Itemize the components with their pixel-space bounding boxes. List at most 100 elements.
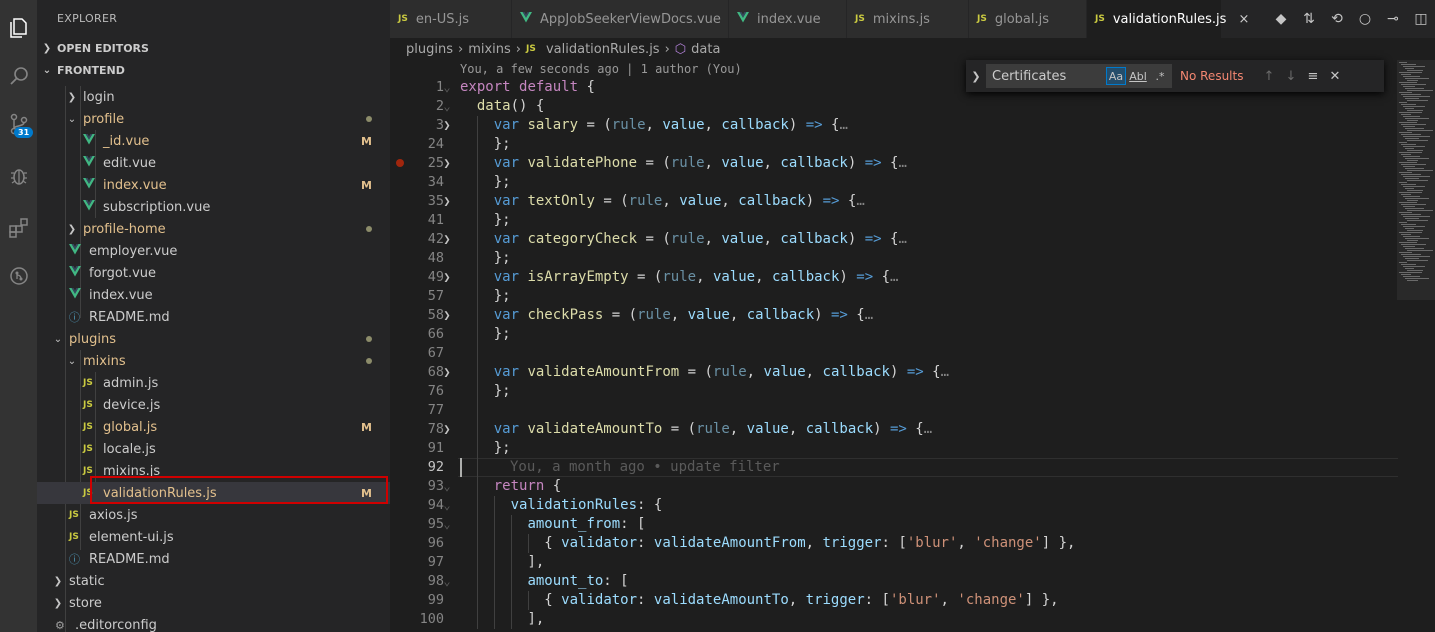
fold-chevron-icon[interactable]: ❯ [440, 116, 454, 135]
minimap-line [1399, 92, 1412, 93]
timeline-icon[interactable] [0, 256, 37, 296]
code-editor[interactable]: You, a few seconds ago | 1 author (You) … [390, 60, 1435, 632]
find-in-selection-icon[interactable]: ≡ [1302, 69, 1324, 84]
whole-word-toggle[interactable]: Abl [1128, 67, 1148, 85]
explorer-icon[interactable] [0, 8, 37, 48]
tree-item[interactable]: forgot.vue [37, 262, 390, 284]
tree-item[interactable]: ❯ static [37, 570, 390, 592]
editor-tab[interactable]: AppJobSeekerViewDocs.vue [512, 0, 729, 38]
tree-item[interactable]: ⌄ mixins [37, 350, 390, 372]
source-control-icon[interactable] [0, 104, 37, 144]
tree-item-label: README.md [89, 551, 170, 567]
open-changes-icon[interactable]: ⇅ [1295, 11, 1323, 27]
fold-chevron-icon[interactable]: ⌄ [440, 572, 454, 591]
minimap-line [1401, 174, 1421, 175]
fold-chevron-icon[interactable]: ❯ [440, 230, 454, 249]
minimap-line [1403, 116, 1420, 117]
next-change-icon[interactable]: ⊸ [1379, 11, 1407, 27]
js-file-icon: JS [525, 44, 536, 54]
toggle-replace-icon[interactable]: ❯ [966, 70, 986, 83]
code-line: 42 ❯ var categoryCheck = (rule, value, ca… [390, 230, 1395, 249]
git-compare-icon[interactable]: ◆ [1267, 11, 1295, 27]
match-case-toggle[interactable]: Aa [1106, 67, 1126, 85]
tree-item[interactable]: JS admin.js [37, 372, 390, 394]
frontend-section[interactable]: ⌄ FRONTEND [37, 59, 390, 81]
tree-item[interactable]: _id.vue M [37, 130, 390, 152]
tree-item[interactable]: JS device.js [37, 394, 390, 416]
extensions-icon[interactable] [0, 208, 37, 248]
tree-item[interactable]: ⌄ plugins [37, 328, 390, 350]
fold-chevron-icon[interactable]: ⌄ [440, 515, 454, 534]
editor-tab[interactable]: JS en-US.js [390, 0, 512, 38]
code-text: amount_to: [ [527, 573, 629, 589]
open-editors-section[interactable]: ❯ OPEN EDITORS [37, 37, 390, 59]
breadcrumb-item[interactable]: data [691, 42, 720, 57]
close-icon[interactable]: ✕ [1324, 69, 1346, 84]
code-line: 96 { validator: validateAmountFrom, trig… [390, 534, 1395, 553]
tree-item[interactable]: JS locale.js [37, 438, 390, 460]
editor-tab[interactable]: index.vue [729, 0, 847, 38]
editor-tab[interactable]: JS validationRules.js × [1087, 0, 1249, 38]
chevron-right-icon: ❯ [42, 42, 52, 54]
fold-chevron-icon[interactable]: ❯ [440, 306, 454, 325]
go-back-icon[interactable]: ⟲ [1323, 11, 1351, 27]
close-icon[interactable]: × [1238, 12, 1249, 27]
next-match-icon[interactable]: ↓ [1280, 69, 1302, 84]
editor-actions: ◆ ⇅ ⟲ ○ ⊸ ◫ [1267, 0, 1435, 38]
code-line: 35 ❯ var textOnly = (rule, value, callbac… [390, 192, 1395, 211]
fold-chevron-icon[interactable]: ⌄ [440, 477, 454, 496]
explorer-sidebar: EXPLORER ❯ OPEN EDITORS ⌄ FRONTEND ❯ login ⌄… [37, 0, 390, 632]
tree-item[interactable]: JS element-ui.js [37, 526, 390, 548]
tree-item[interactable]: index.vue M [37, 174, 390, 196]
tree-item[interactable]: ⚙ .editorconfig [37, 614, 390, 632]
breadcrumb-item[interactable]: validationRules.js [546, 42, 660, 57]
tree-item[interactable]: ❯ store [37, 592, 390, 614]
fold-chevron-icon[interactable]: ⌄ [440, 97, 454, 116]
tree-item-label: .editorconfig [75, 617, 157, 632]
minimap[interactable] [1397, 60, 1435, 300]
breakpoint-icon[interactable] [396, 159, 404, 167]
tree-item[interactable]: JS axios.js [37, 504, 390, 526]
search-icon[interactable] [0, 56, 37, 96]
tree-item-label: locale.js [103, 441, 156, 457]
tree-item[interactable]: ❯ login [37, 86, 390, 108]
line-number: 35 [427, 193, 444, 209]
minimap-line [1407, 130, 1433, 131]
previous-match-icon[interactable]: ↑ [1258, 69, 1280, 84]
breadcrumb-item[interactable]: mixins [468, 42, 511, 57]
tree-item-label: profile-home [83, 221, 166, 237]
fold-chevron-icon[interactable]: ❯ [440, 420, 454, 439]
code-line: 2 ⌄ data() { [390, 97, 1395, 116]
editor-tab[interactable]: JS mixins.js [847, 0, 969, 38]
tree-item[interactable]: ⓘ README.md [37, 306, 390, 328]
minimap-line [1407, 110, 1423, 111]
fold-chevron-icon[interactable]: ❯ [440, 154, 454, 173]
tree-item[interactable]: ❯ profile-home [37, 218, 390, 240]
tree-item[interactable]: edit.vue [37, 152, 390, 174]
find-input[interactable]: Certificates Aa Abl .* [986, 64, 1172, 88]
minimap-line [1401, 104, 1416, 105]
previous-change-icon[interactable]: ○ [1351, 11, 1379, 27]
tree-item[interactable]: subscription.vue [37, 196, 390, 218]
fold-chevron-icon[interactable]: ❯ [440, 363, 454, 382]
split-editor-icon[interactable]: ◫ [1407, 11, 1435, 27]
fold-chevron-icon[interactable]: ❯ [440, 192, 454, 211]
breadcrumb-item[interactable]: plugins [406, 42, 453, 57]
code-line: 57 }; [390, 287, 1395, 306]
minimap-line [1401, 144, 1416, 145]
code-text: ], [527, 554, 545, 570]
code-line: 66 }; [390, 325, 1395, 344]
editor-tab[interactable]: JS global.js [969, 0, 1087, 38]
activity-bar: 31 [0, 0, 37, 632]
fold-chevron-icon[interactable]: ❯ [440, 268, 454, 287]
tree-item[interactable]: JS global.js M [37, 416, 390, 438]
tree-item[interactable]: ⓘ README.md [37, 548, 390, 570]
regex-toggle[interactable]: .* [1150, 67, 1170, 85]
tree-item[interactable]: employer.vue [37, 240, 390, 262]
minimap-line [1399, 252, 1412, 253]
fold-chevron-icon[interactable]: ⌄ [440, 78, 454, 97]
tree-item[interactable]: ⌄ profile [37, 108, 390, 130]
tree-item[interactable]: index.vue [37, 284, 390, 306]
fold-chevron-icon[interactable]: ⌄ [440, 496, 454, 515]
debug-icon[interactable] [0, 156, 37, 196]
